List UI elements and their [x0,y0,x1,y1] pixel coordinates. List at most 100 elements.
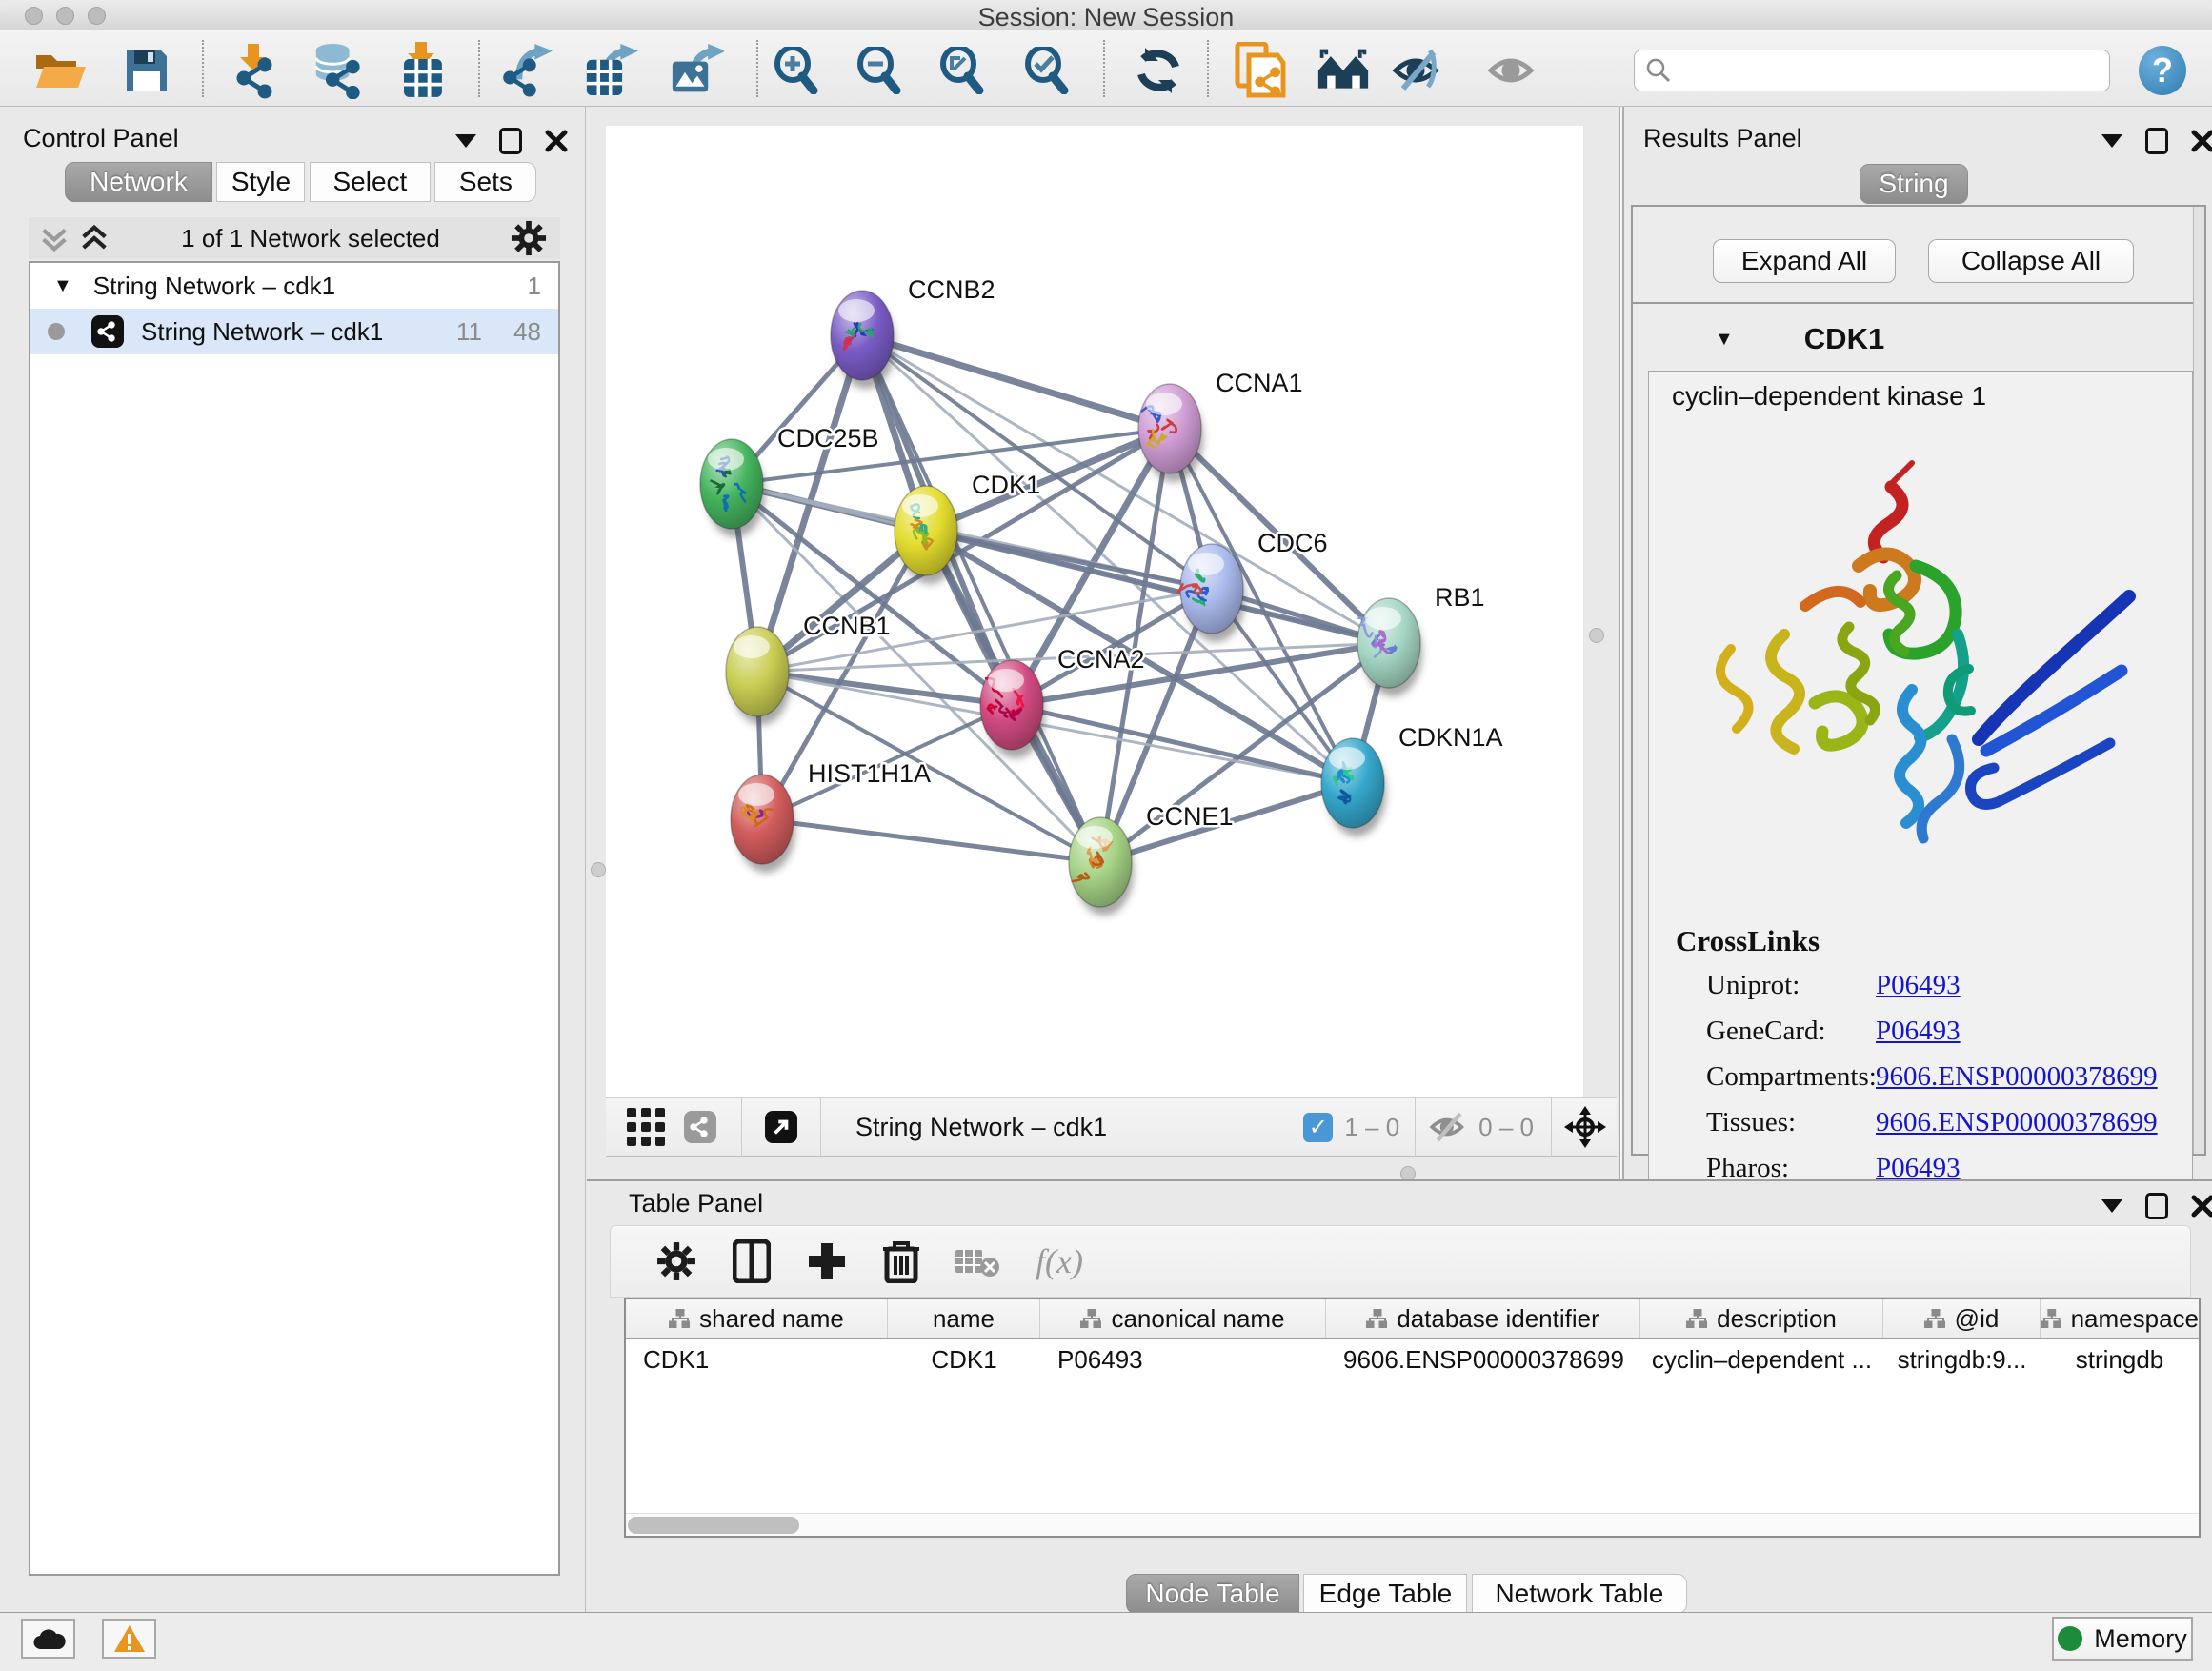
cell-id[interactable]: stringdb:9... [1883,1339,2041,1379]
open-in-browser-icon[interactable] [765,1111,797,1143]
table-row[interactable]: CDK1 CDK1 P06493 9606.ENSP00000378699 cy… [626,1339,2199,1379]
refresh-icon [1134,46,1183,95]
tab-edge-table[interactable]: Edge Table [1303,1574,1467,1614]
splitter-handle-dot[interactable] [591,862,606,877]
expand-all-networks-icon[interactable] [78,222,111,254]
pan-crosshair-icon[interactable] [1563,1105,1607,1149]
show-columns-icon[interactable] [733,1239,771,1283]
crosslink-link[interactable]: 9606.ENSP00000378699 [1876,1107,2158,1138]
column-header-namespace[interactable]: namespace [2041,1299,2199,1338]
import-table-button[interactable] [396,44,450,97]
delete-column-icon[interactable] [883,1239,919,1283]
help-button[interactable]: ? [2139,46,2186,95]
network-node-CCNA2[interactable] [980,660,1045,758]
hidden-eye-slash-icon[interactable] [1429,1111,1469,1143]
tab-node-table[interactable]: Node Table [1126,1574,1299,1614]
network-node-HIST1H1A[interactable] [731,775,795,873]
tab-string[interactable]: String [1860,164,1968,204]
panel-splitter[interactable] [1619,107,1624,1179]
network-node-CDC25B[interactable] [700,439,765,537]
zoom-fit-button[interactable] [935,44,989,97]
hide-graphics-details-button[interactable] [1392,44,1445,97]
network-node-CDC6[interactable] [1177,544,1245,642]
network-node-RB1[interactable] [1357,598,1422,696]
zoom-out-button[interactable] [853,44,906,97]
column-header-database-identifier[interactable]: database identifier [1326,1299,1640,1338]
open-session-button[interactable] [34,44,88,97]
cell-shared-name[interactable]: CDK1 [626,1339,888,1379]
birds-eye-grid-icon[interactable] [625,1106,667,1148]
network-row[interactable]: String Network – cdk1 11 48 [30,309,558,354]
close-panel-icon[interactable] [2191,1195,2212,1218]
tab-network[interactable]: Network [65,162,212,202]
import-network-button[interactable] [227,44,280,97]
memory-button[interactable]: Memory [2052,1617,2193,1661]
panel-menu-icon[interactable] [2101,1199,2122,1213]
apply-layout-button[interactable] [1132,44,1185,97]
function-builder-button[interactable]: f(x) [1036,1241,1083,1281]
panel-menu-icon[interactable] [2101,134,2122,148]
scrollbar-thumb[interactable] [628,1517,799,1534]
close-panel-icon[interactable] [2191,130,2212,152]
crosslink-link[interactable]: 9606.ENSP00000378699 [1876,1061,2158,1093]
cell-canonical-name[interactable]: P06493 [1040,1339,1326,1379]
tab-network-table[interactable]: Network Table [1472,1574,1687,1614]
float-panel-icon[interactable] [2145,128,2168,154]
string-tab-icon[interactable] [684,1111,716,1143]
import-network-from-database-button[interactable] [311,44,364,97]
zoom-in-button[interactable] [770,44,823,97]
table-options-gear-icon[interactable] [656,1241,696,1281]
cell-database-identifier[interactable]: 9606.ENSP00000378699 [1326,1339,1640,1379]
column-header-description[interactable]: description [1640,1299,1883,1338]
collection-expand-icon[interactable]: ▼ [53,275,72,297]
string-home-button[interactable] [1317,44,1370,97]
column-header-canonical-name[interactable]: canonical name [1040,1299,1326,1338]
export-network-button[interactable] [499,44,553,97]
splitter-handle-dot[interactable] [1589,628,1604,643]
network-node-CDKN1A[interactable] [1321,738,1386,836]
export-table-button[interactable] [585,44,638,97]
control-panel-controls [455,128,568,154]
results-scrollbar[interactable] [2193,207,2204,1154]
gene-header-row[interactable]: ▼ CDK1 [1639,310,2199,369]
search-input[interactable] [1679,57,2088,85]
network-node-CCNE1[interactable] [1069,817,1134,916]
selected-checkbox-icon[interactable]: ✓ [1303,1113,1333,1142]
collapse-all-networks-icon[interactable] [38,222,70,254]
collapse-all-button[interactable]: Collapse All [1928,239,2134,283]
node-label-CCNB2: CCNB2 [908,275,995,304]
float-panel-icon[interactable] [499,128,522,154]
network-node-CCNB2[interactable] [831,291,895,389]
tab-sets[interactable]: Sets [434,162,536,202]
warnings-button[interactable] [102,1619,156,1659]
column-header-id[interactable]: @id [1883,1299,2041,1338]
crosslink-link[interactable]: P06493 [1876,1016,1961,1047]
close-panel-icon[interactable] [545,130,568,152]
expand-all-button[interactable]: Expand All [1713,239,1896,283]
panel-menu-icon[interactable] [455,134,476,148]
column-header-name[interactable]: name [888,1299,1040,1338]
network-collection-row[interactable]: ▼ String Network – cdk1 1 [30,263,558,309]
tab-select[interactable]: Select [310,162,431,202]
clone-network-button[interactable] [1234,44,1287,97]
export-table-icon [585,42,638,99]
export-image-button[interactable] [671,44,724,97]
network-node-CCNB1[interactable] [726,627,791,725]
tab-style[interactable]: Style [216,162,305,202]
column-header-shared-name[interactable]: shared name [626,1299,888,1338]
network-canvas[interactable]: CCNB2CCNA1CDC25BCDK1CDC6RB1CCNB1CCNA2CDK… [606,126,1583,1097]
cell-namespace[interactable]: stringdb [2041,1339,2199,1379]
add-column-icon[interactable] [807,1241,847,1281]
gene-expand-icon[interactable]: ▼ [1715,329,1734,351]
delete-table-icon[interactable] [955,1246,999,1277]
network-options-gear-icon[interactable] [511,220,547,256]
cell-description[interactable]: cyclin–dependent ... [1640,1339,1883,1379]
show-graphics-details-button[interactable] [1485,44,1538,97]
crosslink-link[interactable]: P06493 [1876,970,1961,1001]
cell-name[interactable]: CDK1 [888,1339,1040,1379]
cloud-sync-button[interactable] [21,1619,75,1659]
table-horizontal-scrollbar[interactable] [626,1513,2199,1536]
save-session-button[interactable] [120,44,173,97]
float-panel-icon[interactable] [2145,1193,2168,1219]
zoom-selected-button[interactable] [1020,44,1074,97]
